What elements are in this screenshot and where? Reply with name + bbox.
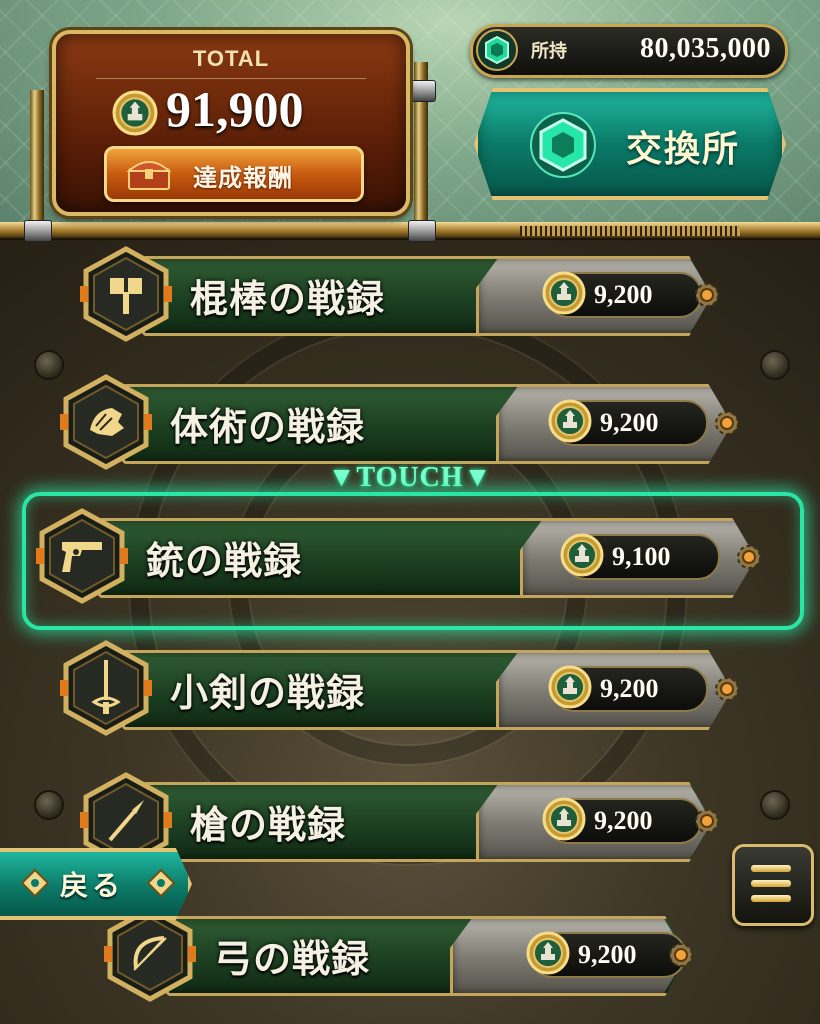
possession-value: 80,035,000	[640, 33, 771, 64]
exchange-button[interactable]: 交換所	[474, 88, 786, 200]
price-value: 9,200	[600, 408, 659, 437]
medal-coin-icon	[542, 797, 586, 841]
possession-label: 所持	[531, 41, 567, 62]
divider	[96, 78, 366, 79]
fist-icon	[90, 408, 124, 436]
pipe-joint	[408, 220, 436, 242]
hamburger-icon	[751, 865, 791, 872]
exchange-label: 交換所	[626, 129, 741, 170]
pipe-joint	[24, 220, 52, 242]
achievement-reward-button[interactable]: 達成報酬	[104, 146, 364, 202]
pipe-threads	[520, 226, 740, 236]
gear-icon	[666, 940, 696, 970]
back-button[interactable]: 戻る	[0, 848, 192, 920]
pipe-joint	[408, 80, 436, 102]
gear-icon	[692, 806, 722, 836]
hamburger-icon	[751, 895, 791, 902]
medal-coin-icon	[560, 533, 604, 577]
touch-hint: ▼TOUCH▼	[327, 462, 493, 493]
price-value: 9,200	[600, 674, 659, 703]
record-title: 小剣の戦録	[170, 671, 366, 715]
total-value: 91,900	[166, 81, 304, 137]
record-title: 棍棒の戦録	[190, 277, 386, 321]
record-row-martial-arts[interactable]: 体術の戦録 9,200	[60, 374, 760, 470]
bolt-icon	[760, 350, 790, 380]
gear-icon	[734, 542, 764, 572]
price-pill: 9,200	[530, 932, 686, 978]
medal-coin-icon	[542, 271, 586, 315]
record-title: 槍の戦録	[190, 803, 347, 847]
record-title: 弓の戦録	[214, 937, 371, 981]
record-row-small-sword[interactable]: 小剣の戦録 9,200	[60, 640, 760, 736]
bow-icon	[133, 936, 167, 971]
spear-icon	[108, 800, 144, 842]
pipe	[30, 90, 44, 230]
total-panel: TOTAL 91,900 達成報酬	[52, 30, 410, 216]
price-pill: 9,200	[552, 666, 708, 712]
gear-icon	[712, 674, 742, 704]
price-pill: 9,200	[552, 400, 708, 446]
pistol-icon	[62, 542, 102, 572]
medal-coin-icon	[526, 931, 570, 975]
medal-coin-icon	[548, 665, 592, 709]
gear-icon	[692, 280, 722, 310]
hamburger-icon	[751, 880, 791, 887]
price-value: 9,200	[594, 280, 653, 309]
hammer-icon	[110, 278, 142, 314]
price-value: 9,200	[594, 806, 653, 835]
price-pill: 9,200	[546, 272, 702, 318]
price-value: 9,100	[612, 542, 671, 571]
medal-coin-icon	[548, 399, 592, 443]
record-title: 銃の戦録	[146, 539, 303, 583]
price-value: 9,200	[578, 940, 637, 969]
price-pill: 9,200	[546, 798, 702, 844]
menu-button[interactable]	[732, 844, 814, 926]
gear-icon	[712, 408, 742, 438]
price-pill: 9,100	[564, 534, 720, 580]
achievement-reward-label: 達成報酬	[193, 164, 293, 192]
record-title: 体術の戦録	[170, 405, 366, 449]
record-row-gun[interactable]: 銃の戦録 9,100	[36, 508, 784, 604]
back-label: 戻る	[60, 869, 125, 902]
possession-bar: 所持 80,035,000	[470, 24, 788, 78]
rapier-icon	[91, 660, 121, 714]
green-gem-icon	[530, 112, 596, 178]
record-row-bow[interactable]: 弓の戦録 9,200	[104, 906, 714, 1002]
ornament-left-icon	[20, 868, 50, 898]
treasure-chest-icon	[126, 161, 172, 190]
medal-coin-icon	[112, 90, 158, 136]
bolt-icon	[760, 790, 790, 820]
record-row-spear[interactable]: 槍の戦録 9,200	[80, 772, 740, 868]
green-gem-icon	[476, 29, 518, 71]
total-label: TOTAL	[192, 46, 270, 71]
ornament-right-icon	[146, 868, 176, 898]
record-row-club[interactable]: 棍棒の戦録 9,200	[80, 246, 740, 342]
bolt-icon	[34, 790, 64, 820]
